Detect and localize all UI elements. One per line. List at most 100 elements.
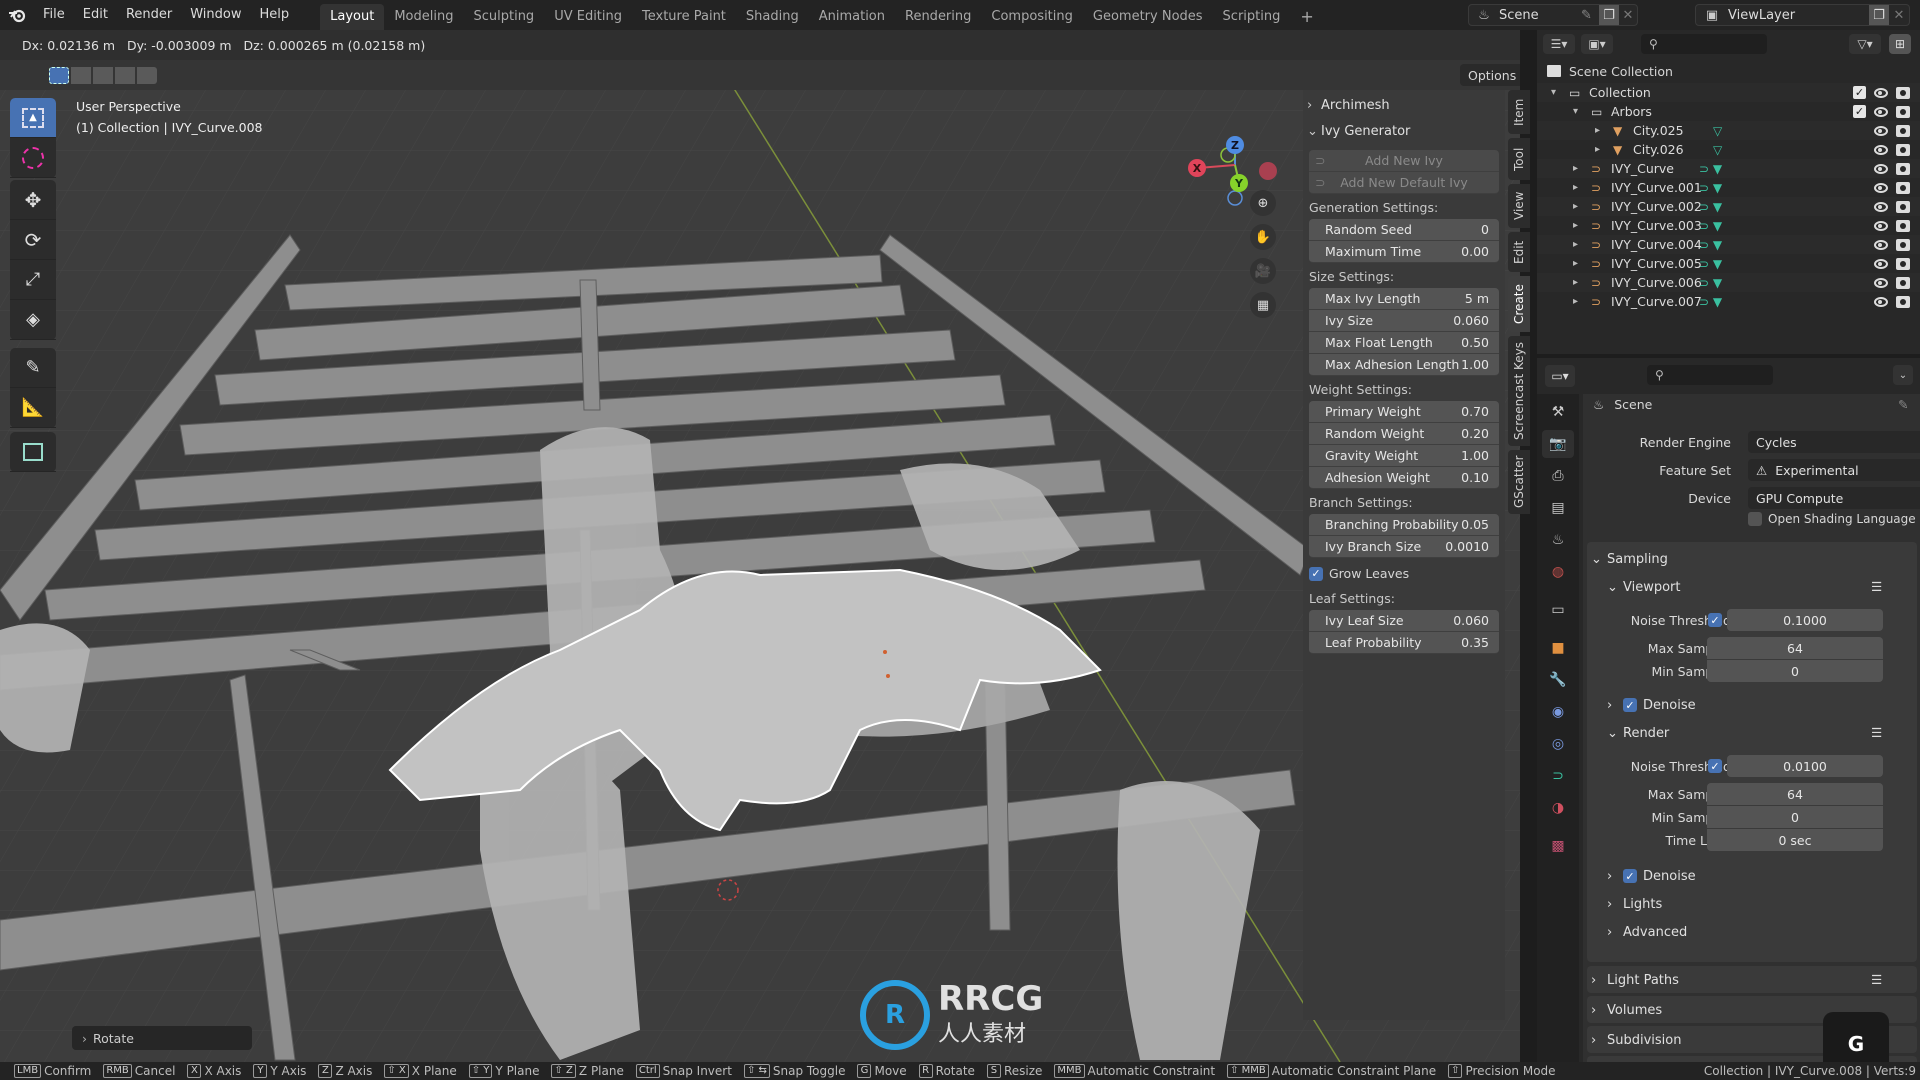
curve-data-icon[interactable]: ⊃ ▼ (1699, 295, 1722, 309)
render-camera-icon[interactable] (1896, 124, 1910, 137)
grow-leaves-checkbox[interactable]: ✓ Grow Leaves (1303, 558, 1505, 585)
curve-data-icon[interactable]: ⊃ ▼ (1699, 276, 1722, 290)
outliner-search-input[interactable]: ⚲ (1641, 34, 1767, 54)
outliner-row[interactable]: ▸ ⊃ IVY_Curve.003 ⊃ ▼ (1537, 216, 1920, 235)
physics-tab[interactable]: ◎ (1542, 730, 1574, 758)
select-intersect-icon[interactable] (137, 67, 157, 84)
pin-icon[interactable]: ✎ (1898, 397, 1908, 412)
outliner-item-name[interactable]: City.025 (1633, 123, 1684, 138)
render-max-samples-field[interactable]: 64 (1707, 783, 1883, 805)
outliner-item-name[interactable]: IVY_Curve.004 (1611, 237, 1702, 252)
eye-icon[interactable] (1874, 239, 1888, 250)
tab-rendering[interactable]: Rendering (895, 4, 981, 30)
max-ivy-length-field[interactable]: Max Ivy Length 5 m (1309, 288, 1499, 310)
outliner-item-name[interactable]: IVY_Curve.001 (1611, 180, 1702, 195)
outliner-row[interactable]: ▸ ⊃ IVY_Curve ⊃ ▼ (1537, 159, 1920, 178)
tool-settings-tab[interactable]: ⚒ (1542, 398, 1574, 426)
render-camera-icon[interactable] (1896, 105, 1910, 118)
ortho-grid-icon[interactable]: ▦ (1250, 292, 1276, 318)
camera-view-icon[interactable]: 🎥 (1250, 258, 1276, 284)
select-invert-icon[interactable] (115, 67, 135, 84)
render-camera-icon[interactable] (1896, 295, 1910, 308)
expand-right-icon[interactable]: ▸ (1573, 163, 1578, 174)
sampling-header[interactable]: ⌄ Sampling (1591, 546, 1911, 572)
side-tab-gscatter[interactable]: GScatter (1508, 450, 1530, 514)
mesh-data-icon[interactable]: ▽ (1713, 124, 1722, 138)
chevron-down-icon[interactable]: ⌄ (1893, 365, 1913, 385)
outliner-row[interactable]: ▸ ▼ City.025 ▽ (1537, 121, 1920, 140)
pin-icon[interactable]: ✎ (1581, 8, 1599, 23)
presets-list-icon[interactable]: ☰ (1871, 579, 1882, 594)
expand-right-icon[interactable]: ▸ (1573, 182, 1578, 193)
new-view-layer-icon[interactable]: ❐ (1869, 5, 1889, 25)
delete-view-layer-icon[interactable]: ✕ (1889, 8, 1909, 23)
ivy-branch-size-field[interactable]: Ivy Branch Size 0.0010 (1309, 536, 1499, 558)
advanced-subpanel[interactable]: › Advanced (1607, 919, 1920, 945)
render-camera-icon[interactable] (1896, 86, 1910, 99)
tab-animation[interactable]: Animation (809, 4, 895, 30)
render-camera-icon[interactable] (1896, 257, 1910, 270)
filter-icon[interactable]: ▽▾ (1849, 34, 1881, 54)
expand-right-icon[interactable]: ▸ (1573, 201, 1578, 212)
outliner-row[interactable]: ▸ ▼ City.026 ▽ (1537, 140, 1920, 159)
last-operator-panel[interactable]: › Rotate (72, 1026, 252, 1050)
tab-uv-editing[interactable]: UV Editing (544, 4, 632, 30)
eye-icon[interactable] (1874, 87, 1888, 98)
eye-icon[interactable] (1874, 258, 1888, 269)
viewport-denoise-row[interactable]: › ✓ Denoise (1607, 692, 1920, 718)
eye-icon[interactable] (1874, 182, 1888, 193)
add-workspace-button[interactable]: + (1290, 4, 1323, 30)
render-denoise-row[interactable]: › ✓ Denoise (1607, 863, 1920, 889)
ivy-leaf-size-field[interactable]: Ivy Leaf Size 0.060 (1309, 610, 1499, 632)
tab-shading[interactable]: Shading (736, 4, 809, 30)
branching-probability-field[interactable]: Branching Probability 0.05 (1309, 514, 1499, 536)
add-default-ivy-button[interactable]: ⊃ Add New Default Ivy (1309, 172, 1499, 194)
rotate-tool[interactable]: ⟳ (10, 220, 56, 260)
render-camera-icon[interactable] (1896, 181, 1910, 194)
gizmo-x-axis[interactable]: X (1188, 159, 1206, 177)
tab-sculpting[interactable]: Sculpting (463, 4, 544, 30)
scene-tab[interactable]: ♨ (1542, 526, 1574, 554)
menu-file[interactable]: File (34, 0, 74, 30)
object-data-tab[interactable]: ⊃ (1542, 762, 1574, 790)
render-camera-icon[interactable] (1896, 143, 1910, 156)
view-layer-name[interactable]: ViewLayer (1728, 8, 1869, 23)
eye-icon[interactable] (1874, 277, 1888, 288)
curve-data-icon[interactable]: ⊃ ▼ (1699, 219, 1722, 233)
tab-geometry-nodes[interactable]: Geometry Nodes (1083, 4, 1213, 30)
eye-icon[interactable] (1874, 125, 1888, 136)
view-layer-tab[interactable]: ▤ (1542, 494, 1574, 522)
move-tool[interactable]: ✥ (10, 180, 56, 220)
outliner-item-name[interactable]: City.026 (1633, 142, 1684, 157)
properties-search-input[interactable]: ⚲ (1647, 365, 1773, 385)
maximum-time-field[interactable]: Maximum Time 0.00 (1309, 241, 1499, 263)
select-box-tool[interactable]: ▲ (10, 98, 56, 138)
outliner-row[interactable]: ▸ ⊃ IVY_Curve.005 ⊃ ▼ (1537, 254, 1920, 273)
new-collection-icon[interactable]: ⊞ (1889, 34, 1911, 54)
side-tab-screencast-keys[interactable]: Screencast Keys (1508, 336, 1530, 446)
tab-modeling[interactable]: Modeling (384, 4, 463, 30)
ivy-generator-header[interactable]: ⌄ Ivy Generator (1303, 118, 1505, 144)
presets-list-icon[interactable]: ☰ (1871, 972, 1882, 987)
render-time-limit-field[interactable]: 0 sec (1707, 829, 1883, 851)
adhesion-weight-field[interactable]: Adhesion Weight 0.10 (1309, 467, 1499, 489)
leaf-probability-field[interactable]: Leaf Probability 0.35 (1309, 632, 1499, 654)
texture-tab[interactable]: ▩ (1542, 832, 1574, 860)
archimesh-header[interactable]: › Archimesh (1303, 92, 1505, 118)
osl-checkbox[interactable]: Open Shading Language (1748, 512, 1916, 526)
expand-right-icon[interactable]: ▸ (1573, 296, 1578, 307)
outliner-item-name[interactable]: IVY_Curve.007 (1611, 294, 1702, 309)
noise-threshold-checkbox[interactable]: ✓ (1708, 759, 1722, 773)
render-noise-field[interactable]: 0.0100 (1727, 755, 1883, 777)
device-dropdown[interactable]: GPU Compute⌄ (1748, 487, 1920, 509)
material-tab[interactable]: ◑ (1542, 794, 1574, 822)
side-tab-tool[interactable]: Tool (1508, 138, 1530, 180)
expand-down-icon[interactable]: ▾ (1551, 87, 1556, 98)
eye-icon[interactable] (1874, 163, 1888, 174)
render-camera-icon[interactable] (1896, 219, 1910, 232)
select-subtract-icon[interactable] (93, 67, 113, 84)
measure-tool[interactable]: 📐 (10, 388, 56, 428)
tab-texture-paint[interactable]: Texture Paint (632, 4, 736, 30)
outliner-item-name[interactable]: IVY_Curve.005 (1611, 256, 1702, 271)
display-mode-icon[interactable]: ☰▾ (1543, 34, 1575, 54)
